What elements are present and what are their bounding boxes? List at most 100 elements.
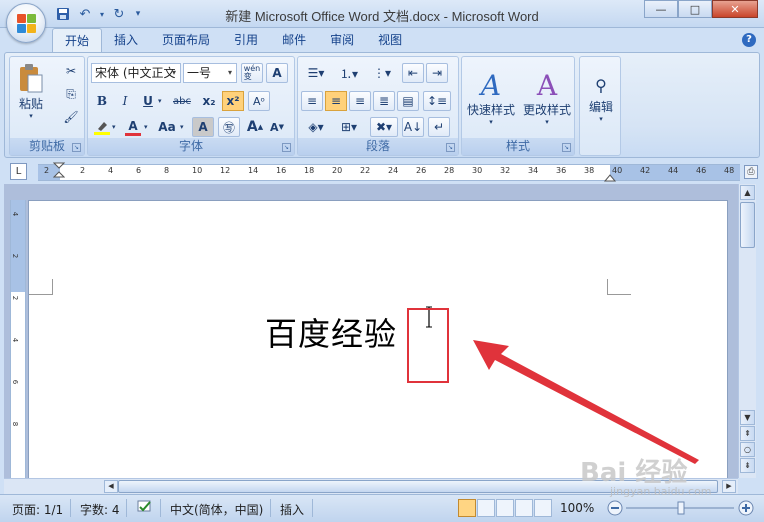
tab-references[interactable]: 引用 (222, 28, 270, 52)
help-icon[interactable]: ? (742, 33, 756, 47)
maximize-button[interactable]: □ (678, 0, 712, 18)
cut-icon[interactable]: ✂ (60, 61, 82, 81)
clear-formatting-button[interactable]: Aᵒ (248, 91, 270, 111)
paste-button[interactable]: 粘贴 ▾ (16, 61, 46, 121)
align-left-button[interactable]: ≡ (301, 91, 323, 111)
minimize-button[interactable]: — (644, 0, 678, 18)
page-count[interactable]: 页面: 1/1 (12, 501, 63, 518)
horizontal-scroll-thumb[interactable] (118, 480, 718, 493)
distributed-button[interactable]: ▤ (397, 91, 419, 111)
change-case-button[interactable]: Aa (154, 117, 180, 137)
tab-home[interactable]: 开始 (52, 28, 103, 52)
enclose-characters-button[interactable]: ㊢ (218, 117, 240, 137)
borders-button[interactable]: ⊞▾ (334, 117, 364, 137)
document-page[interactable]: 百度经验 (28, 200, 728, 500)
numbering-button[interactable]: ⒈▾ (334, 63, 364, 83)
zoom-slider[interactable] (606, 499, 756, 517)
paragraph-group: ☰▾ ⒈▾ ⋮▾ ⇤ ⇥ ≡ ≡ ≡ ≣ ▤ ↕≡ ◈▾ ⊞▾ ✖▾ A↓ ↵ … (297, 56, 459, 156)
font-size-combo[interactable]: 一号 ▾ (183, 63, 237, 83)
insert-mode-indicator[interactable]: 插入 (280, 501, 304, 518)
sort-button[interactable]: A↓ (402, 117, 424, 137)
font-color-button[interactable]: A (122, 117, 144, 137)
justify-button[interactable]: ≣ (373, 91, 395, 111)
font-name-combo[interactable]: 宋体 (中文正文 ▾ (91, 63, 181, 83)
document-text[interactable]: 百度经验 (265, 309, 397, 355)
increase-indent-button[interactable]: ⇥ (426, 63, 448, 83)
phonetic-guide-button[interactable]: wén 变 (241, 63, 263, 83)
character-border-button[interactable]: A (266, 63, 288, 83)
shrink-font-button[interactable]: A ▼ (266, 117, 288, 137)
align-right-button[interactable]: ≡ (349, 91, 371, 111)
highlight-dropdown-icon[interactable]: ▾ (112, 123, 116, 131)
shading-button[interactable]: ◈▾ (301, 117, 331, 137)
grow-font-button[interactable]: A ▲ (244, 117, 266, 137)
scroll-right-button[interactable]: ▶ (722, 480, 736, 493)
select-browse-object-button[interactable]: ○ (740, 442, 755, 457)
scroll-left-button[interactable]: ◀ (104, 480, 118, 493)
tab-page-layout[interactable]: 页面布局 (150, 28, 222, 52)
line-spacing-button[interactable]: ↕≡ (423, 91, 451, 111)
copy-icon[interactable]: ⎘ (60, 84, 82, 104)
print-layout-view-button[interactable] (458, 499, 476, 517)
outline-view-button[interactable] (515, 499, 533, 517)
office-button[interactable] (6, 3, 46, 43)
draft-view-button[interactable] (534, 499, 552, 517)
tab-view[interactable]: 视图 (366, 28, 414, 52)
tab-review[interactable]: 审阅 (318, 28, 366, 52)
ruler-tick-label: 36 (556, 166, 567, 175)
bullets-button[interactable]: ☰▾ (301, 63, 331, 83)
change-case-dropdown-icon[interactable]: ▾ (180, 123, 184, 131)
scroll-down-button[interactable]: ▼ (740, 410, 755, 425)
tab-insert[interactable]: 插入 (102, 28, 150, 52)
scroll-up-button[interactable]: ▲ (740, 185, 755, 200)
character-shading-button[interactable]: A (192, 117, 214, 137)
chinese-layout-button[interactable]: ✖▾ (370, 117, 398, 137)
strikethrough-button[interactable]: abc (168, 91, 196, 111)
close-button[interactable]: ✕ (712, 0, 758, 18)
underline-button[interactable]: U (137, 91, 159, 111)
language-indicator[interactable]: 中文(简体，中国) (170, 501, 263, 518)
full-screen-reading-view-button[interactable] (477, 499, 495, 517)
tab-selector-button[interactable]: L (10, 163, 27, 180)
quick-styles-button[interactable]: A 快速样式 ▾ (464, 63, 518, 133)
center-button[interactable]: ≡ (325, 91, 347, 111)
view-ruler-icon[interactable]: ⎙ (744, 165, 758, 179)
change-styles-button[interactable]: A 更改样式 ▾ (520, 63, 574, 133)
tab-mailings[interactable]: 邮件 (270, 28, 318, 52)
zoom-level[interactable]: 100% (560, 501, 594, 515)
ruler-tick-label: 26 (416, 166, 427, 175)
font-launcher-icon[interactable]: ↘ (282, 143, 291, 152)
word-count[interactable]: 字数: 4 (80, 501, 120, 518)
vertical-scrollbar[interactable]: ▲ ▼ ⇞ ○ ⇟ (738, 184, 756, 478)
format-painter-icon[interactable]: 🖌 (60, 107, 82, 127)
italic-button[interactable]: I (114, 91, 136, 111)
web-layout-view-button[interactable] (496, 499, 514, 517)
paste-icon (20, 63, 43, 92)
clipboard-launcher-icon[interactable]: ↘ (72, 143, 81, 152)
previous-page-button[interactable]: ⇞ (740, 426, 755, 441)
indent-marker-icon[interactable] (53, 162, 65, 182)
underline-dropdown-icon[interactable]: ▾ (158, 97, 162, 105)
subscript-button[interactable]: x₂ (198, 91, 220, 111)
horizontal-ruler[interactable]: 2 2 4 6 8 10 12 14 16 18 20 22 24 26 28 30 32 34 36 38 40 42 4… (38, 162, 740, 183)
ruler-tick-label: 28 (444, 166, 455, 175)
editing-button[interactable]: ⚲ 编辑 ▾ (582, 63, 620, 133)
horizontal-scrollbar[interactable]: ◀ ▶ (4, 478, 738, 494)
font-size-dropdown-icon[interactable]: ▾ (224, 64, 236, 82)
decrease-indent-button[interactable]: ⇤ (402, 63, 424, 83)
proofing-icon[interactable] (136, 499, 154, 518)
show-marks-button[interactable]: ↵ (428, 117, 450, 137)
text-highlight-button[interactable] (91, 117, 113, 137)
status-divider (70, 499, 71, 517)
paragraph-launcher-icon[interactable]: ↘ (446, 143, 455, 152)
vertical-scroll-thumb[interactable] (740, 202, 755, 248)
vertical-ruler[interactable]: 4 2 2 4 6 8 (10, 200, 26, 478)
right-indent-marker-icon[interactable] (604, 171, 616, 183)
styles-launcher-icon[interactable]: ↘ (562, 143, 571, 152)
font-color-dropdown-icon[interactable]: ▾ (144, 123, 148, 131)
font-name-dropdown-icon[interactable]: ▾ (168, 64, 180, 82)
superscript-button[interactable]: x² (222, 91, 244, 111)
next-page-button[interactable]: ⇟ (740, 458, 755, 473)
bold-button[interactable]: B (91, 91, 113, 111)
multilevel-list-button[interactable]: ⋮▾ (367, 63, 397, 83)
